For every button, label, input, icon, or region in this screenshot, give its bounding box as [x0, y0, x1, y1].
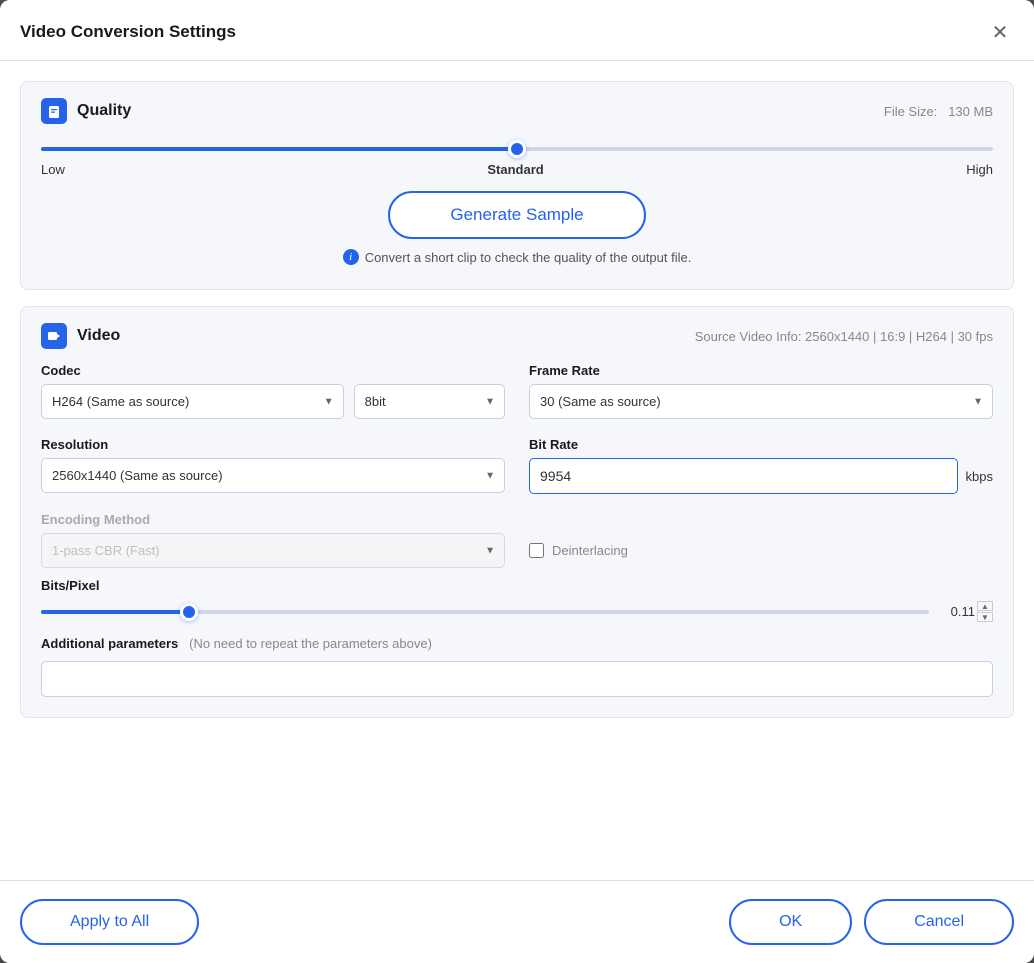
- frame-rate-field: Frame Rate 30 (Same as source) ▼: [529, 363, 993, 419]
- frame-rate-select[interactable]: 30 (Same as source): [529, 384, 993, 419]
- video-header: Video Source Video Info: 2560x1440 | 16:…: [41, 323, 993, 349]
- dialog-footer: Apply to All OK Cancel: [0, 880, 1034, 963]
- resolution-select-wrapper: 2560x1440 (Same as source) ▼: [41, 458, 505, 493]
- additional-params-sub: (No need to repeat the parameters above): [189, 636, 432, 651]
- bits-pixel-section: Bits/Pixel 0.11 ▲ ▼: [41, 578, 993, 622]
- quality-title-group: Quality: [41, 98, 131, 124]
- additional-params-title: Additional parameters: [41, 636, 178, 651]
- file-size-label: File Size:: [884, 104, 937, 119]
- bit-rate-label: Bit Rate: [529, 437, 993, 452]
- codec-label: Codec: [41, 363, 505, 378]
- deinterlacing-row: Deinterlacing: [529, 512, 993, 568]
- video-title: Video: [77, 327, 120, 345]
- bits-pixel-slider-row: 0.11 ▲ ▼: [41, 601, 993, 622]
- footer-left: Apply to All: [20, 899, 199, 945]
- codec-select[interactable]: H264 (Same as source): [41, 384, 344, 419]
- encoding-method-field: Encoding Method 1-pass CBR (Fast) ▼: [41, 512, 505, 568]
- bit-rate-field: Bit Rate kbps: [529, 437, 993, 494]
- bits-pixel-slider[interactable]: [41, 610, 929, 614]
- quality-header: Quality File Size: 130 MB: [41, 98, 993, 124]
- info-icon: i: [343, 249, 359, 265]
- dialog-body: Quality File Size: 130 MB Low Standard H…: [0, 61, 1034, 880]
- frame-rate-label: Frame Rate: [529, 363, 993, 378]
- deinterlacing-label: Deinterlacing: [552, 543, 628, 558]
- ok-button[interactable]: OK: [729, 899, 852, 945]
- video-section: Video Source Video Info: 2560x1440 | 16:…: [20, 306, 1014, 718]
- video-source-info: Source Video Info: 2560x1440 | 16:9 | H2…: [695, 329, 993, 344]
- close-button[interactable]: ✕: [986, 18, 1014, 46]
- resolution-label: Resolution: [41, 437, 505, 452]
- codec-field: Codec H264 (Same as source) ▼ 8bit: [41, 363, 505, 419]
- resolution-field: Resolution 2560x1440 (Same as source) ▼: [41, 437, 505, 494]
- generate-sample-section: Generate Sample i Convert a short clip t…: [41, 191, 993, 265]
- quality-file-size: File Size: 130 MB: [884, 104, 993, 119]
- encoding-method-select[interactable]: 1-pass CBR (Fast): [41, 533, 505, 568]
- additional-params-section: Additional parameters (No need to repeat…: [41, 636, 993, 697]
- quality-slider[interactable]: [41, 147, 993, 151]
- resolution-select[interactable]: 2560x1440 (Same as source): [41, 458, 505, 493]
- quality-title: Quality: [77, 102, 131, 120]
- deinterlacing-checkbox[interactable]: [529, 543, 544, 558]
- bits-pixel-spinner: ▲ ▼: [977, 601, 993, 622]
- cancel-button[interactable]: Cancel: [864, 899, 1014, 945]
- info-row: i Convert a short clip to check the qual…: [343, 249, 692, 265]
- bits-value-group: 0.11 ▲ ▼: [939, 601, 993, 622]
- bitdepth-select[interactable]: 8bit: [354, 384, 505, 419]
- additional-params-label: Additional parameters (No need to repeat…: [41, 636, 993, 651]
- quality-label-high: High: [966, 162, 993, 177]
- bitrate-row: kbps: [529, 458, 993, 494]
- quality-slider-container: [41, 138, 993, 156]
- frame-rate-select-wrapper: 30 (Same as source) ▼: [529, 384, 993, 419]
- dialog: Video Conversion Settings ✕ Quality: [0, 0, 1034, 963]
- bitrate-input[interactable]: [529, 458, 958, 494]
- bits-pixel-up-button[interactable]: ▲: [977, 601, 993, 611]
- video-icon: [41, 323, 67, 349]
- bitrate-unit: kbps: [966, 469, 993, 484]
- quality-labels: Low Standard High: [41, 162, 993, 177]
- additional-params-input[interactable]: [41, 661, 993, 697]
- footer-right: OK Cancel: [729, 899, 1014, 945]
- encoding-method-label: Encoding Method: [41, 512, 505, 527]
- bits-pixel-label: Bits/Pixel: [41, 578, 993, 593]
- spacer: [20, 734, 1014, 744]
- generate-sample-button[interactable]: Generate Sample: [388, 191, 645, 239]
- video-title-group: Video: [41, 323, 120, 349]
- quality-label-low: Low: [41, 162, 65, 177]
- dialog-title: Video Conversion Settings: [20, 22, 236, 42]
- codec-row: H264 (Same as source) ▼ 8bit ▼: [41, 384, 505, 419]
- file-size-value: 130 MB: [948, 104, 993, 119]
- bits-pixel-value: 0.11: [939, 604, 975, 619]
- encoding-method-select-wrapper: 1-pass CBR (Fast) ▼: [41, 533, 505, 568]
- title-bar: Video Conversion Settings ✕: [0, 0, 1034, 61]
- info-text: Convert a short clip to check the qualit…: [365, 250, 692, 265]
- quality-label-standard: Standard: [487, 162, 543, 177]
- apply-to-all-button[interactable]: Apply to All: [20, 899, 199, 945]
- bitdepth-select-wrapper: 8bit ▼: [354, 384, 505, 419]
- quality-section: Quality File Size: 130 MB Low Standard H…: [20, 81, 1014, 290]
- codec-select-wrapper: H264 (Same as source) ▼: [41, 384, 344, 419]
- quality-icon: [41, 98, 67, 124]
- bits-pixel-down-button[interactable]: ▼: [977, 612, 993, 622]
